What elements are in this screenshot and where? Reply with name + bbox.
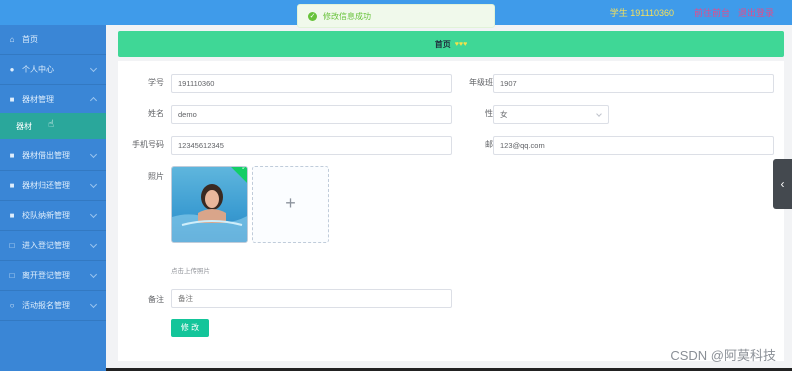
email-field[interactable]: 123@qq.com xyxy=(493,136,774,155)
sidebar-item-label: 活动报名管理 xyxy=(22,301,70,310)
user-icon: ● xyxy=(9,64,15,74)
sidebar-item-leave[interactable]: □ 离开登记管理 xyxy=(0,261,106,291)
remark-input[interactable] xyxy=(171,289,452,308)
sidebar-item-recruit[interactable]: ■ 校队纳新管理 xyxy=(0,201,106,231)
box-icon: ■ xyxy=(9,150,15,160)
chevron-down-icon xyxy=(89,270,98,279)
logout-link[interactable]: 退出登录 xyxy=(738,6,774,19)
front-page-link[interactable]: 前往前台 xyxy=(694,6,730,19)
uploaded-photo[interactable]: ✓ xyxy=(171,166,248,243)
sidebar-item-entry[interactable]: □ 进入登记管理 xyxy=(0,231,106,261)
breadcrumb-home[interactable]: 首页 xyxy=(435,39,451,50)
gender-value: 女 xyxy=(500,110,508,119)
chevron-down-icon xyxy=(89,240,98,249)
sidebar-item-equipment[interactable]: ■ 器材管理 xyxy=(0,85,106,115)
box-icon: □ xyxy=(9,240,15,250)
chevron-left-icon[interactable]: ‹ xyxy=(773,159,792,209)
box-icon: ■ xyxy=(9,210,15,220)
sidebar-item-label: 离开登记管理 xyxy=(22,271,70,280)
main-content: 首页 ♥♥♥ 学号 191110360 年级班级 1907 姓名 demo 性别… xyxy=(106,25,792,371)
submit-button[interactable]: 修 改 xyxy=(171,319,209,337)
check-circle-icon: ✓ xyxy=(308,11,317,21)
remark-label: 备注 xyxy=(148,295,164,304)
chevron-down-icon xyxy=(89,180,98,189)
toast-message: 修改信息成功 xyxy=(323,11,371,21)
phone-field[interactable]: 12345612345 xyxy=(171,136,452,155)
sidebar-item-label: 首页 xyxy=(22,35,38,44)
photo-image xyxy=(172,167,247,242)
name-label: 姓名 xyxy=(148,109,164,118)
sidebar-item-label: 器材借出管理 xyxy=(22,151,70,160)
mouse-cursor-icon: ☝ xyxy=(48,119,55,130)
box-icon: ○ xyxy=(9,300,15,310)
plus-icon: + xyxy=(285,193,296,213)
success-toast: ✓ 修改信息成功 xyxy=(297,4,495,28)
student-no-field[interactable]: 191110360 xyxy=(171,74,452,93)
phone-label: 手机号码 xyxy=(132,140,164,149)
sidebar-item-home[interactable]: ⌂ 首页 xyxy=(0,25,106,55)
heart-icon: ♥♥♥ xyxy=(454,40,468,48)
upload-button[interactable]: + xyxy=(252,166,329,243)
watermark: CSDN @阿莫科技 xyxy=(670,348,776,363)
sidebar-item-return[interactable]: ■ 器材归还管理 xyxy=(0,171,106,201)
upload-tip: 点击上传照片 xyxy=(171,268,210,275)
sidebar: ⌂ 首页 ● 个人中心 ■ 器材管理 器材 ■ 器材借出管理 ■ 器材归还管理 … xyxy=(0,25,106,371)
chevron-down-icon xyxy=(596,111,602,117)
box-icon: ■ xyxy=(9,94,15,104)
chevron-down-icon xyxy=(89,210,98,219)
photo-label: 照片 xyxy=(148,172,164,181)
sidebar-item-lending[interactable]: ■ 器材借出管理 xyxy=(0,141,106,171)
sidebar-item-label: 个人中心 xyxy=(22,65,54,74)
sidebar-item-activity[interactable]: ○ 活动报名管理 xyxy=(0,291,106,321)
home-icon: ⌂ xyxy=(9,34,15,44)
gender-select[interactable]: 女 xyxy=(493,105,609,124)
sidebar-item-label: 进入登记管理 xyxy=(22,241,70,250)
box-icon: ■ xyxy=(9,180,15,190)
chevron-down-icon xyxy=(89,64,98,73)
breadcrumb: 首页 ♥♥♥ xyxy=(118,31,784,57)
student-no-label: 学号 xyxy=(148,78,164,87)
chevron-up-icon xyxy=(89,96,98,105)
sidebar-item-label: 器材归还管理 xyxy=(22,181,70,190)
chevron-down-icon xyxy=(89,300,98,309)
sidebar-item-label: 器材管理 xyxy=(22,95,54,104)
sidebar-item-profile[interactable]: ● 个人中心 xyxy=(0,55,106,85)
chevron-down-icon xyxy=(89,150,98,159)
current-user: 学生 191110360 xyxy=(609,8,674,18)
grade-field[interactable]: 1907 xyxy=(493,74,774,93)
sidebar-item-label: 校队纳新管理 xyxy=(22,211,70,220)
name-field[interactable]: demo xyxy=(171,105,452,124)
box-icon: □ xyxy=(9,270,15,280)
